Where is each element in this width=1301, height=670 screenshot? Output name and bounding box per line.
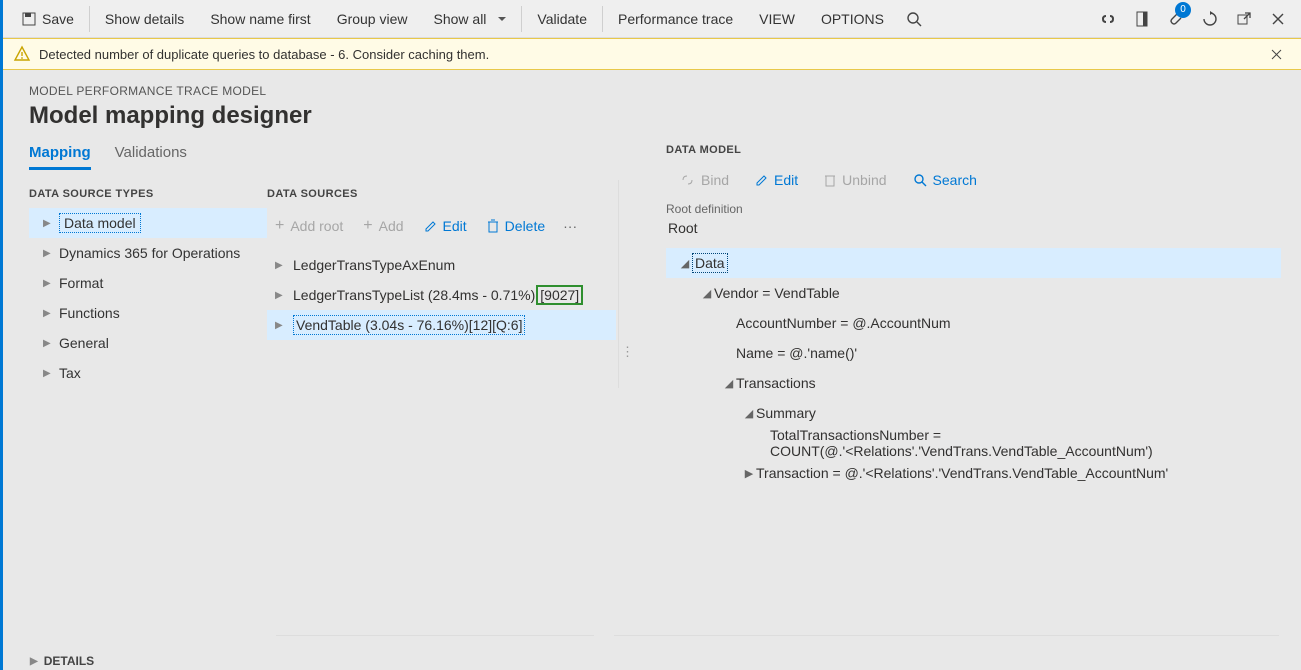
source-item[interactable]: ▶VendTable (3.04s - 76.16%)[12][Q:6] — [267, 310, 616, 340]
tree-node-summary[interactable]: ◢Summary — [666, 398, 1281, 428]
close-button[interactable] — [1261, 1, 1295, 37]
tree-node-vendor[interactable]: ◢Vendor = VendTable — [666, 278, 1281, 308]
type-item-general[interactable]: ▶General — [29, 328, 267, 358]
notification-badge: 0 — [1175, 2, 1191, 18]
warning-close-button[interactable] — [1261, 39, 1291, 69]
chevron-down-icon: ◢ — [722, 377, 736, 390]
chevron-right-icon: ▶ — [43, 218, 59, 229]
chevron-right-icon: ▶ — [43, 338, 59, 349]
source-item[interactable]: ▶LedgerTransTypeList (28.4ms - 0.71%)[90… — [267, 280, 616, 310]
link-icon — [1100, 14, 1116, 24]
details-expander[interactable]: ▶ DETAILS — [30, 654, 94, 668]
source-item[interactable]: ▶LedgerTransTypeAxEnum — [267, 250, 616, 280]
unbind-icon — [824, 173, 836, 187]
type-item-data-model[interactable]: ▶Data model — [29, 208, 267, 238]
warning-icon — [13, 45, 31, 63]
tree-node-total-transactions[interactable]: TotalTransactionsNumber = COUNT(@.'<Rela… — [666, 428, 1281, 458]
office-icon-button[interactable] — [1125, 1, 1159, 37]
edit-button[interactable]: Edit — [416, 214, 475, 238]
save-icon — [22, 12, 36, 26]
warning-bar: Detected number of duplicate queries to … — [3, 38, 1301, 70]
show-details-button[interactable]: Show details — [92, 1, 197, 37]
type-item-d365fo[interactable]: ▶Dynamics 365 for Operations — [29, 238, 267, 268]
data-sources-heading: DATA SOURCES — [267, 188, 616, 200]
tree-node-transaction[interactable]: ▶Transaction = @.'<Relations'.'VendTrans… — [666, 458, 1281, 488]
chevron-down-icon: ◢ — [700, 287, 714, 300]
tree-node-data[interactable]: ◢Data — [666, 248, 1281, 278]
chevron-right-icon: ▶ — [275, 290, 293, 301]
edit-icon — [424, 220, 437, 233]
chevron-right-icon: ▶ — [43, 248, 59, 259]
chevron-down-icon: ◢ — [678, 257, 692, 270]
show-name-first-button[interactable]: Show name first — [197, 1, 323, 37]
unbind-button: Unbind — [816, 168, 894, 192]
bind-icon — [680, 174, 695, 186]
tab-validations[interactable]: Validations — [115, 144, 187, 170]
refresh-icon — [1202, 11, 1218, 27]
chevron-right-icon: ▶ — [30, 656, 38, 667]
type-item-tax[interactable]: ▶Tax — [29, 358, 267, 388]
chevron-right-icon: ▶ — [742, 467, 756, 480]
sources-toolbar: +Add root +Add Edit Delete ··· — [267, 208, 616, 244]
office-icon — [1135, 11, 1149, 27]
more-button[interactable]: ··· — [557, 214, 583, 238]
options-menu[interactable]: OPTIONS — [808, 1, 897, 37]
close-icon — [1271, 49, 1282, 60]
chevron-right-icon: ▶ — [275, 260, 293, 271]
command-bar: Save Show details Show name first Group … — [3, 0, 1301, 38]
delete-icon — [487, 219, 499, 233]
edit-button[interactable]: Edit — [747, 168, 806, 192]
bind-button: Bind — [672, 168, 737, 192]
tree-node-account-number[interactable]: AccountNumber = @.AccountNum — [666, 308, 1281, 338]
popout-button[interactable] — [1227, 1, 1261, 37]
chevron-right-icon: ▶ — [43, 368, 59, 379]
validate-button[interactable]: Validate — [524, 1, 600, 37]
type-item-format[interactable]: ▶Format — [29, 268, 267, 298]
separator — [89, 6, 90, 32]
data-model-tree: ◢Data ◢Vendor = VendTable AccountNumber … — [666, 248, 1281, 488]
data-source-types-heading: DATA SOURCE TYPES — [29, 188, 267, 200]
popout-icon — [1237, 12, 1251, 26]
bottom-separator — [276, 635, 1279, 636]
trace-count-highlight: [9027] — [536, 285, 583, 305]
chevron-right-icon: ▶ — [43, 308, 59, 319]
tree-node-transactions[interactable]: ◢Transactions — [666, 368, 1281, 398]
edit-icon — [755, 174, 768, 187]
delete-button[interactable]: Delete — [479, 214, 553, 238]
separator — [521, 6, 522, 32]
tree-node-name[interactable]: Name = @.'name()' — [666, 338, 1281, 368]
save-button[interactable]: Save — [9, 1, 87, 37]
close-icon — [1272, 13, 1284, 25]
notifications-button[interactable]: 0 — [1159, 1, 1193, 37]
view-menu[interactable]: VIEW — [746, 1, 808, 37]
splitter-handle[interactable]: ⋮ — [619, 344, 636, 360]
link-icon-button[interactable] — [1091, 1, 1125, 37]
page-title: Model mapping designer — [29, 102, 1301, 130]
group-view-button[interactable]: Group view — [324, 1, 421, 37]
search-button[interactable] — [897, 1, 931, 37]
add-root-button: +Add root — [267, 213, 351, 239]
chevron-right-icon: ▶ — [275, 320, 293, 331]
data-model-heading: DATA MODEL — [666, 144, 1281, 156]
warning-text: Detected number of duplicate queries to … — [39, 47, 489, 62]
search-icon — [913, 173, 927, 187]
root-definition-label: Root definition — [666, 202, 1281, 216]
type-item-functions[interactable]: ▶Functions — [29, 298, 267, 328]
refresh-button[interactable] — [1193, 1, 1227, 37]
chevron-down-icon: ◢ — [742, 407, 756, 420]
save-label: Save — [42, 11, 74, 27]
performance-trace-button[interactable]: Performance trace — [605, 1, 746, 37]
show-all-dropdown[interactable]: Show all — [421, 1, 520, 37]
chevron-right-icon: ▶ — [43, 278, 59, 289]
breadcrumb: MODEL PERFORMANCE TRACE MODEL — [29, 84, 1301, 98]
separator — [602, 6, 603, 32]
data-model-toolbar: Bind Edit Unbind Search — [672, 168, 1281, 192]
tab-mapping[interactable]: Mapping — [29, 144, 91, 170]
root-definition-value[interactable]: Root — [668, 220, 868, 236]
tabs: Mapping Validations — [29, 144, 619, 170]
add-button: +Add — [355, 213, 411, 239]
search-icon — [906, 11, 922, 27]
search-button[interactable]: Search — [905, 168, 985, 192]
